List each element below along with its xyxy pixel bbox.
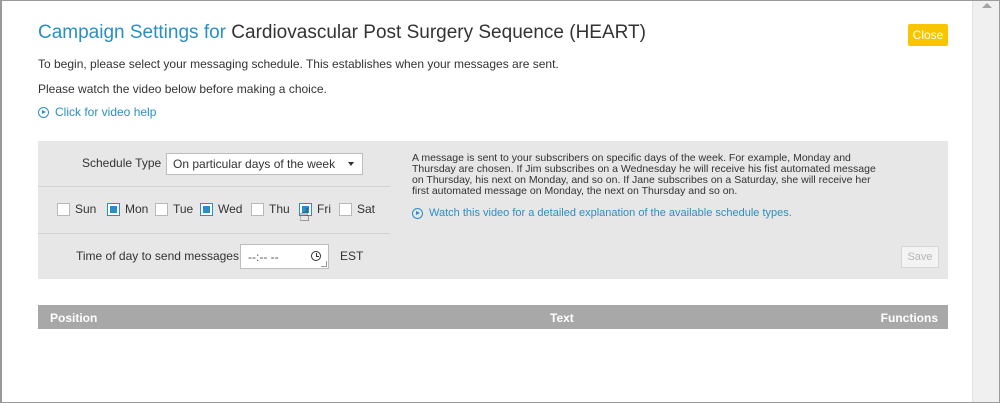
divider	[38, 233, 390, 234]
play-circle-icon	[38, 106, 49, 118]
column-header-functions[interactable]: Functions	[881, 311, 938, 325]
day-tue[interactable]: Tue	[155, 202, 193, 216]
schedule-type-select[interactable]: On particular days of the week	[166, 153, 363, 175]
campaign-name: Cardiovascular Post Surgery Sequence (HE…	[231, 22, 646, 43]
time-label: Time of day to send messages	[76, 249, 239, 263]
day-checkbox[interactable]	[155, 202, 168, 216]
hand-pointer-icon: ☝	[299, 205, 310, 225]
day-label: Tue	[173, 202, 194, 216]
day-label: Sat	[357, 202, 376, 216]
schedule-description: A message is sent to your subscribers on…	[412, 152, 876, 197]
day-thu[interactable]: Thu	[251, 202, 290, 216]
play-circle-icon	[412, 207, 423, 219]
schedule-type-label: Schedule Type	[82, 156, 162, 170]
day-sun[interactable]: Sun	[57, 202, 96, 216]
table-header: Position Text Functions	[38, 305, 948, 329]
schedule-video-link[interactable]: Watch this video for a detailed explanat…	[412, 207, 792, 219]
resize-grip-icon	[321, 261, 327, 267]
day-checkbox[interactable]	[200, 202, 213, 216]
clock-icon[interactable]	[311, 251, 321, 261]
save-button[interactable]: Save	[901, 246, 939, 268]
schedule-type-value: On particular days of the week	[173, 157, 336, 171]
schedule-video-label: Watch this video for a detailed explanat…	[429, 207, 792, 219]
intro-text-1: To begin, please select your messaging s…	[38, 57, 559, 71]
day-checkbox[interactable]	[57, 202, 70, 216]
video-help-label: Click for video help	[55, 105, 157, 119]
day-sat[interactable]: Sat	[339, 202, 375, 216]
day-label: Sun	[75, 202, 97, 216]
day-checkbox[interactable]	[339, 202, 352, 216]
close-button[interactable]: Close	[908, 24, 948, 46]
column-header-text[interactable]: Text	[550, 311, 574, 325]
time-placeholder: --:-- --	[248, 250, 279, 264]
day-label: Wed	[218, 202, 243, 216]
video-help-link[interactable]: Click for video help	[38, 105, 156, 119]
divider	[38, 186, 390, 187]
day-label: Fri	[317, 202, 331, 216]
day-mon[interactable]: Mon	[107, 202, 148, 216]
day-checkbox[interactable]	[107, 202, 120, 216]
scrollbar[interactable]	[972, 1, 999, 402]
schedule-panel: Schedule Type On particular days of the …	[38, 141, 948, 279]
day-label: Mon	[125, 202, 149, 216]
chevron-down-icon	[348, 162, 354, 166]
time-input[interactable]: --:-- --	[240, 244, 329, 269]
day-checkbox[interactable]	[251, 202, 264, 216]
column-header-position[interactable]: Position	[50, 311, 97, 325]
campaign-settings-modal: Campaign Settings for Cardiovascular Pos…	[2, 1, 972, 402]
title-lead: Campaign Settings for	[38, 22, 226, 43]
scroll-up-icon[interactable]	[982, 3, 992, 8]
day-wed[interactable]: Wed	[200, 202, 242, 216]
page-title: Campaign Settings for Cardiovascular Pos…	[38, 22, 646, 44]
timezone-label: EST	[340, 249, 364, 263]
intro-text-2: Please watch the video below before maki…	[38, 82, 327, 96]
day-label: Thu	[269, 202, 290, 216]
